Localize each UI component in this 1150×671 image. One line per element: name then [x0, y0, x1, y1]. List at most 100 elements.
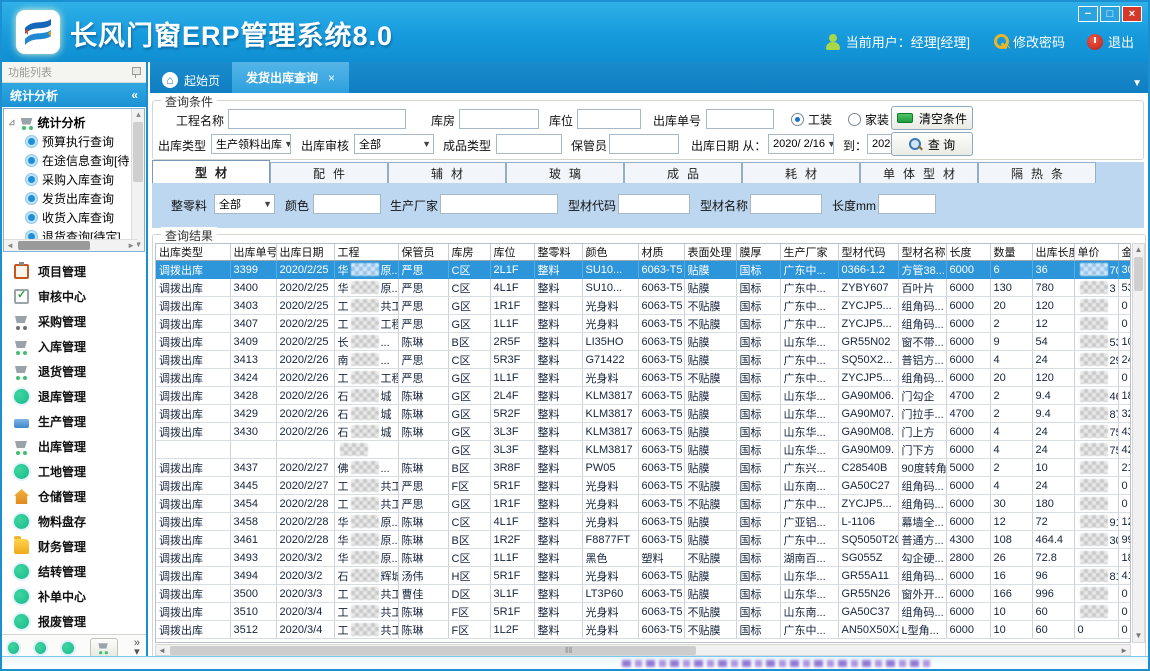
out-type-select[interactable]: 生产领料出库▼: [211, 134, 291, 154]
column-header[interactable]: 型材代码: [838, 244, 898, 261]
clear-conditions-button[interactable]: 清空条件: [891, 106, 973, 130]
length-input[interactable]: [878, 194, 936, 214]
collapse-icon[interactable]: «: [131, 88, 138, 102]
table-row[interactable]: 调拨出库34032020/2/25工共工程严思G区1R1F整料光身料6063-T…: [156, 297, 1131, 315]
sidebar-menu-item[interactable]: 退货管理: [2, 359, 146, 384]
pin-icon[interactable]: [131, 66, 140, 78]
scroll-up-icon[interactable]: ▲: [132, 109, 145, 121]
sidebar-menu-item[interactable]: 采购管理: [2, 309, 146, 334]
material-tab[interactable]: 配件: [270, 162, 388, 183]
sidebar-menu-item[interactable]: 报废管理: [2, 609, 146, 634]
table-row[interactable]: 调拨出库35002020/3/3工共工程曹佳D区3L1F整料LT3P606063…: [156, 585, 1131, 603]
scroll-down-icon[interactable]: ▼: [1133, 630, 1144, 642]
close-button[interactable]: ×: [1122, 6, 1142, 22]
color-input[interactable]: [313, 194, 381, 214]
material-tab[interactable]: 隔热条: [978, 162, 1096, 183]
table-row[interactable]: 调拨出库34002020/2/25华原...严思C区4L1F整料SU10...6…: [156, 279, 1131, 297]
sidebar-menu-item[interactable]: 入库管理: [2, 334, 146, 359]
column-header[interactable]: 库房: [448, 244, 490, 261]
column-header[interactable]: 单价: [1074, 244, 1118, 261]
sidebar-menu-item[interactable]: 物料盘存: [2, 509, 146, 534]
sidebar-menu-item[interactable]: 财务管理: [2, 534, 146, 559]
table-row[interactable]: 调拨出库34302020/2/26石城陈琳G区3L3F整料KLM38176063…: [156, 423, 1131, 441]
table-row[interactable]: 调拨出库34282020/2/26石城陈琳G区2L4F整料KLM38176063…: [156, 387, 1131, 405]
location-input[interactable]: [577, 109, 641, 129]
column-header[interactable]: 材质: [638, 244, 684, 261]
profile-name-input[interactable]: [750, 194, 822, 214]
material-tab[interactable]: 辅材: [388, 162, 506, 183]
tab-close-icon[interactable]: ×: [328, 71, 335, 85]
radio-gongzhuang[interactable]: 工装: [791, 111, 832, 128]
maximize-button[interactable]: □: [1100, 6, 1120, 22]
column-header[interactable]: 膜厚: [736, 244, 780, 261]
zhengling-select[interactable]: 全部▼: [214, 194, 275, 214]
column-header[interactable]: 出库单号: [230, 244, 276, 261]
minimize-button[interactable]: −: [1078, 6, 1098, 22]
column-header[interactable]: 整零料: [534, 244, 582, 261]
material-tab[interactable]: 玻璃: [506, 162, 624, 183]
scroll-right-icon[interactable]: ►: [127, 240, 135, 252]
sidebar-menu-item[interactable]: 结转管理: [2, 559, 146, 584]
table-row[interactable]: 调拨出库35122020/3/4工共工程陈琳F区1L2F整料光身料6063-T5…: [156, 621, 1131, 639]
tree-expand-icon[interactable]: ⊿: [8, 117, 16, 128]
scroll-left-icon[interactable]: ◄: [6, 240, 14, 252]
date-from-select[interactable]: 2020/ 2/16▼: [768, 134, 834, 154]
tree-item[interactable]: 采购入库查询: [8, 170, 144, 189]
change-password-button[interactable]: 修改密码: [992, 32, 1065, 51]
scroll-up-icon[interactable]: ▲: [1133, 244, 1144, 256]
order-no-input[interactable]: [706, 109, 774, 129]
tab-home[interactable]: ⌂ 起始页: [150, 67, 232, 93]
column-header[interactable]: 数量: [990, 244, 1032, 261]
scrollbar-thumb[interactable]: [170, 646, 696, 655]
sidebar-menu-item[interactable]: 补单中心: [2, 584, 146, 609]
table-horizontal-scrollbar[interactable]: ◄ ⦀⦀ ►: [155, 644, 1131, 656]
table-row[interactable]: 调拨出库34942020/3/2石辉城汤伟H区5R1F整料光身料6063-T5贴…: [156, 567, 1131, 585]
logout-button[interactable]: 退出: [1087, 32, 1134, 51]
tree-vertical-scrollbar[interactable]: ▲ ▼: [131, 109, 144, 251]
sidebar-menu-item[interactable]: 审核中心: [2, 284, 146, 309]
table-row[interactable]: 调拨出库33992020/2/25华原...严思C区2L1F整料SU10...6…: [156, 261, 1131, 279]
column-header[interactable]: 生产厂家: [780, 244, 838, 261]
table-row[interactable]: 调拨出库34582020/2/28华原...陈琳C区4L1F整料光身料6063-…: [156, 513, 1131, 531]
table-row[interactable]: G区3L3F整料KLM38176063-T5贴膜国标山东华...GA90M09.…: [156, 441, 1131, 459]
material-tab[interactable]: 成品: [624, 162, 742, 183]
tab-list-caret-icon[interactable]: ▼: [1132, 78, 1142, 89]
scroll-right-icon[interactable]: ►: [1120, 645, 1128, 656]
tree-item[interactable]: 预算执行查询: [8, 132, 144, 151]
tree-horizontal-scrollbar[interactable]: ◄ ►: [4, 239, 137, 251]
table-row[interactable]: 调拨出库34372020/2/27佛...陈琳B区3R8F整料PW056063-…: [156, 459, 1131, 477]
scrollbar-thumb[interactable]: [133, 122, 143, 182]
module-dot-icon[interactable]: [62, 642, 73, 654]
module-cart-button[interactable]: [90, 638, 118, 658]
table-row[interactable]: 调拨出库34292020/2/26石城陈琳G区5R2F整料KLM38176063…: [156, 405, 1131, 423]
column-header[interactable]: 金: [1118, 244, 1131, 261]
module-dot-icon[interactable]: [8, 642, 19, 654]
search-button[interactable]: 查 询: [891, 132, 973, 156]
module-dot-icon[interactable]: [35, 642, 46, 654]
scrollbar-thumb[interactable]: [18, 241, 90, 250]
sidebar-menu-item[interactable]: 生产管理: [2, 409, 146, 434]
material-tab[interactable]: 型材: [152, 160, 270, 183]
factory-input[interactable]: [440, 194, 558, 214]
tree-item[interactable]: 发货出库查询: [8, 189, 144, 208]
table-row[interactable]: 调拨出库34452020/2/27工共工程严思F区5R1F整料光身料6063-T…: [156, 477, 1131, 495]
sidebar-menu-item[interactable]: 项目管理: [2, 259, 146, 284]
warehouse-input[interactable]: [459, 109, 539, 129]
sidebar-menu-item[interactable]: 工地管理: [2, 459, 146, 484]
sidebar-menu-item[interactable]: 仓储管理: [2, 484, 146, 509]
table-row[interactable]: 调拨出库34132020/2/26南...严思C区5R3F整料G71422606…: [156, 351, 1131, 369]
sidebar-menu-item[interactable]: 退库管理: [2, 384, 146, 409]
project-name-input[interactable]: [228, 109, 406, 129]
column-header[interactable]: 库位: [490, 244, 534, 261]
table-row[interactable]: 调拨出库34242020/2/26工工程严思G区1L1F整料光身料6063-T5…: [156, 369, 1131, 387]
column-header[interactable]: 出库类型: [156, 244, 230, 261]
out-audit-select[interactable]: 全部▼: [354, 134, 434, 154]
material-tab[interactable]: 单体型材: [860, 162, 978, 183]
stats-group-header[interactable]: 统计分析 «: [2, 83, 146, 107]
table-row[interactable]: 调拨出库35102020/3/4工共工程陈琳F区5R1F整料光身料6063-T5…: [156, 603, 1131, 621]
table-row[interactable]: 调拨出库34092020/2/25长...陈琳B区2R5F整料LI35HO606…: [156, 333, 1131, 351]
table-vertical-scrollbar[interactable]: ▲ ▼: [1132, 243, 1145, 643]
column-header[interactable]: 保管员: [398, 244, 448, 261]
table-row[interactable]: 调拨出库34612020/2/28华原...陈琳B区1R2F整料F8877FT6…: [156, 531, 1131, 549]
scroll-left-icon[interactable]: ◄: [158, 645, 166, 656]
